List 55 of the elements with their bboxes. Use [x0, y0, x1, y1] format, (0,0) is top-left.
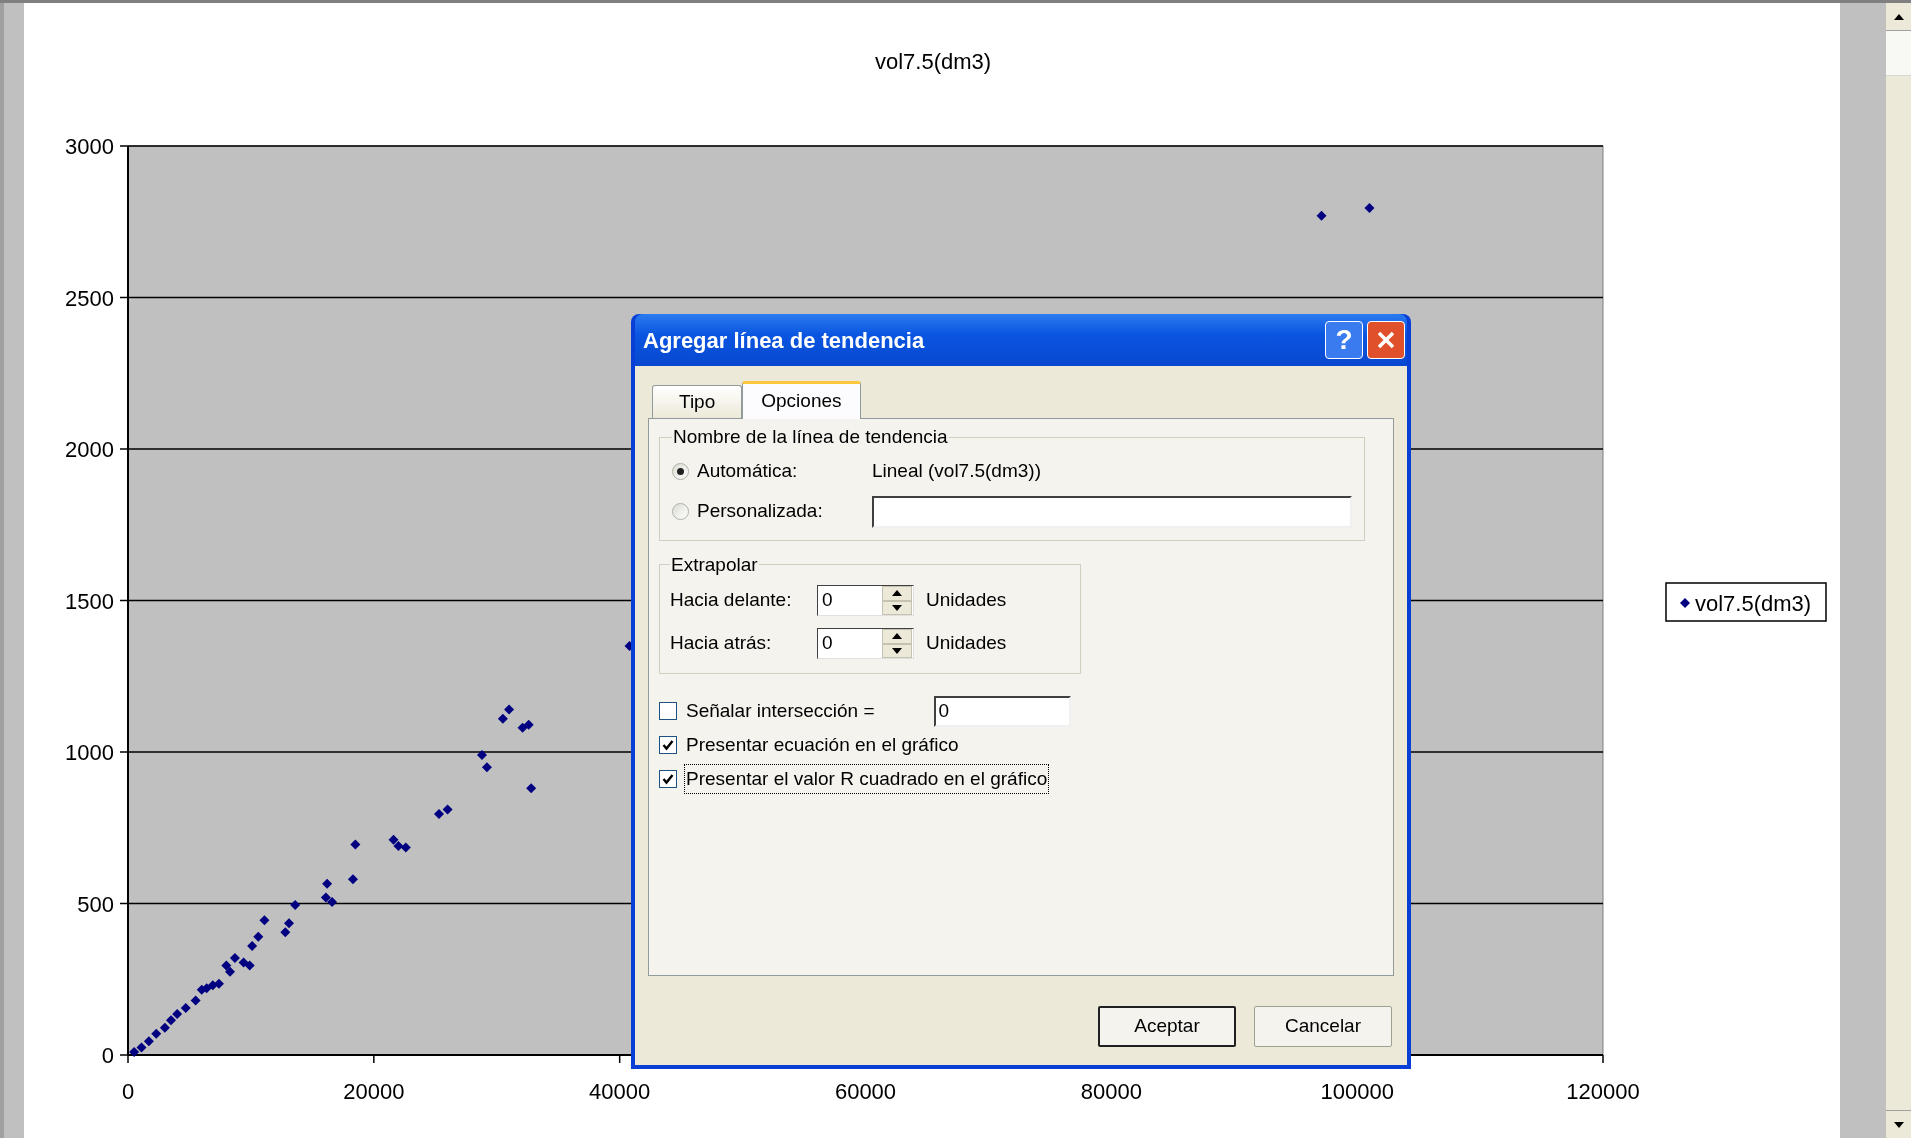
- close-icon: [1376, 330, 1396, 350]
- checkbox[interactable]: [659, 770, 677, 788]
- axis-tick-label: 40000: [589, 1079, 651, 1104]
- window-title: Agregar línea de tendencia: [643, 326, 925, 355]
- radio-label: Automática:: [697, 459, 798, 484]
- spin-up-button[interactable]: [882, 586, 912, 601]
- tab[interactable]: Tipo: [652, 385, 743, 418]
- radio-button[interactable]: [672, 503, 689, 520]
- up-arrow-icon: [892, 590, 902, 597]
- axis-tick-label: 120000: [1566, 1079, 1640, 1104]
- down-arrow-icon: [892, 604, 902, 611]
- axis-tick-label: 1000: [65, 740, 114, 765]
- axis-tick-label: 0: [101, 1043, 114, 1068]
- group-title: Extrapolar: [670, 552, 759, 577]
- down-arrow-icon: [1893, 1121, 1904, 1128]
- dialog-button[interactable]: Aceptar: [1098, 1006, 1236, 1047]
- radio-button[interactable]: [672, 463, 689, 480]
- custom-name-field[interactable]: [872, 495, 1352, 528]
- axis-tick-label: 500: [77, 891, 114, 917]
- chart-title: vol7.5(dm3): [874, 49, 992, 74]
- intercept-field[interactable]: 0: [933, 695, 1071, 727]
- field-label: Hacia delante:: [670, 588, 793, 613]
- dialog-button[interactable]: Cancelar: [1254, 1006, 1392, 1047]
- scroll-thumb[interactable]: [1886, 31, 1911, 76]
- unit-label: Unidades: [926, 631, 1007, 656]
- axis-tick-label: 80000: [1080, 1079, 1142, 1104]
- radio-label: Personalizada:: [697, 499, 823, 524]
- legend-label: vol7.5(dm3): [1695, 591, 1812, 616]
- up-arrow-icon: [1893, 13, 1904, 20]
- checkbox-label: Presentar ecuación en el gráfico: [685, 732, 960, 757]
- unit-label: Unidades: [926, 588, 1007, 613]
- down-arrow-icon: [892, 647, 902, 654]
- up-arrow-icon: [892, 633, 902, 640]
- axis-tick-label: 60000: [834, 1079, 897, 1104]
- checkbox[interactable]: [659, 702, 677, 720]
- checkbox[interactable]: [659, 736, 677, 754]
- checkbox-label: Presentar el valor R cuadrado en el gráfico: [684, 763, 1050, 795]
- group-title: Nombre de la línea de tendencia: [672, 425, 949, 449]
- axis-tick-label: 1500: [65, 588, 114, 614]
- close-button[interactable]: [1367, 321, 1405, 359]
- checkbox-label: Señalar intersección =: [685, 698, 876, 723]
- scrollbar[interactable]: [1886, 3, 1911, 1138]
- tab[interactable]: Opciones: [742, 381, 861, 419]
- trendline-name: Lineal (vol7.5(dm3)): [872, 459, 1041, 484]
- field-label: Hacia atrás:: [670, 631, 773, 656]
- axis-tick-label: 2500: [65, 285, 114, 311]
- axis-tick-label: 2000: [65, 437, 114, 462]
- spin-field[interactable]: 0: [817, 628, 914, 659]
- axis-tick-label: 3000: [65, 134, 114, 159]
- spin-field[interactable]: 0: [817, 585, 914, 616]
- axis-tick-label: 100000: [1320, 1079, 1394, 1104]
- axis-tick-label: 0: [121, 1079, 135, 1104]
- help-button[interactable]: ?: [1325, 321, 1363, 359]
- spin-up-button[interactable]: [882, 629, 912, 644]
- axis-tick-label: 20000: [343, 1079, 405, 1104]
